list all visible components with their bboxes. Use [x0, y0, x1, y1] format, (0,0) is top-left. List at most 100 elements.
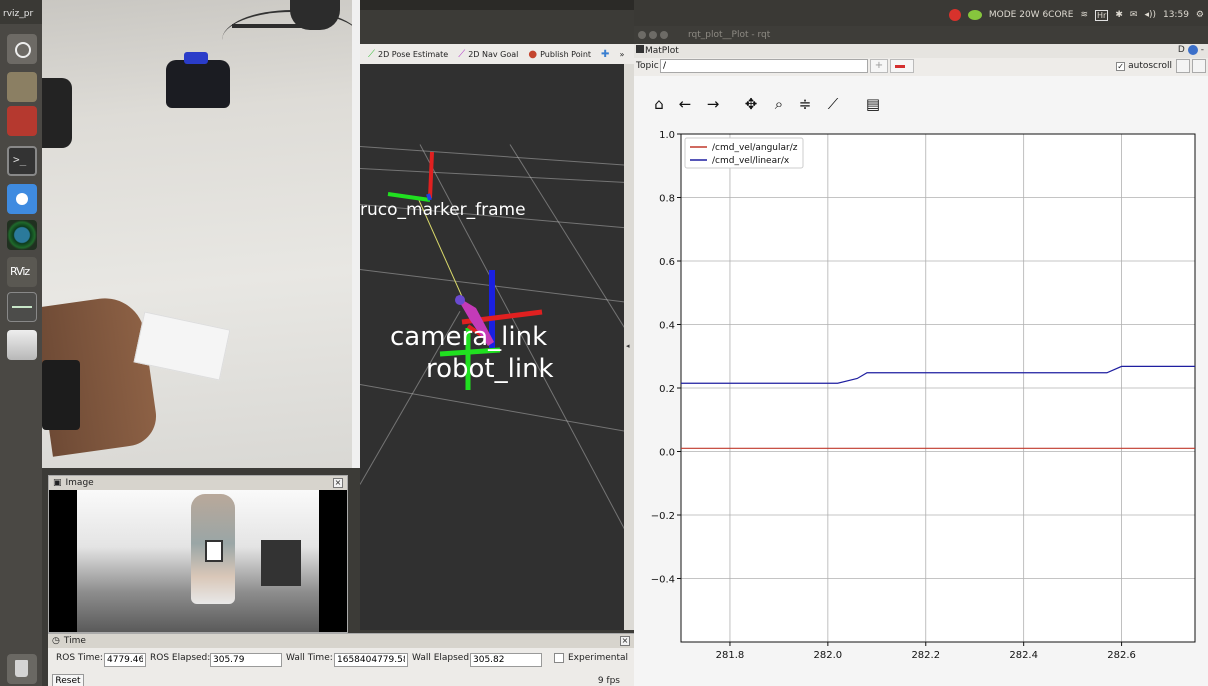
marker-frame-label: ruco_marker_frame: [360, 200, 526, 220]
desktop: rviz_pr >_ RViz ▣ Image × ⟋ 2D Pose Esti…: [0, 0, 1208, 686]
clock-label[interactable]: 13:59: [1163, 10, 1189, 20]
reset-button[interactable]: Reset: [52, 674, 84, 686]
publish-point-label: Publish Point: [540, 49, 592, 59]
volume-icon[interactable]: ◂)): [1144, 10, 1156, 20]
nav-goal-tool[interactable]: ⟋ 2D Nav Goal: [458, 49, 518, 60]
camera-view-scrollbar[interactable]: [352, 0, 360, 468]
configure-icon[interactable]: ≑: [794, 94, 816, 114]
publish-point-tool[interactable]: ● Publish Point: [528, 49, 591, 60]
add-topic-button[interactable]: +: [870, 59, 888, 73]
plot-area[interactable]: 281.8 282.0 282.2 282.4 282.6 −0.4 −0.2 0.0 0.2 0…: [634, 126, 1208, 686]
experimental-checkbox[interactable]: [554, 653, 564, 663]
time-row: ROS Time: ROS Elapsed: Wall Time: Wall E…: [54, 653, 628, 669]
fps-readout: 9 fps: [597, 676, 620, 686]
y-tick-label: 0.4: [659, 321, 675, 332]
remove-topic-button[interactable]: [890, 59, 914, 73]
rviz-3d-view[interactable]: ruco_marker_frame camera_link robot_link: [360, 64, 624, 630]
minimize-plugin-icon[interactable]: -: [1201, 45, 1204, 55]
mail-icon[interactable]: ✉: [1130, 10, 1138, 20]
time-panel: ◷ Time × ROS Time: ROS Elapsed: Wall Tim…: [48, 633, 634, 686]
robot-frame-label: robot_link: [426, 354, 554, 384]
x-tick-label: 282.6: [1107, 650, 1136, 661]
ros-time-field[interactable]: [104, 653, 146, 667]
rqt-window-title: rqt_plot__Plot - rqt: [688, 30, 771, 40]
image-scene: [77, 490, 319, 632]
x-tick-label: 282.2: [911, 650, 940, 661]
topic-input[interactable]: [660, 59, 868, 73]
rviz-collapse-handle[interactable]: [624, 64, 634, 630]
image-panel-title: Image: [65, 478, 94, 488]
legend-label: /cmd_vel/angular/z: [712, 143, 798, 153]
minimize-window-button[interactable]: [649, 31, 657, 39]
image-panel: ▣ Image ×: [48, 475, 348, 633]
trash-icon[interactable]: [7, 654, 37, 684]
save-icon[interactable]: ▤: [862, 94, 884, 114]
y-tick-label: 0.2: [659, 384, 675, 395]
x-tick-label: 281.8: [716, 650, 745, 661]
bluetooth-icon[interactable]: ✱: [1115, 10, 1123, 20]
camera-app-icon[interactable]: [7, 220, 37, 250]
line-chart: 281.8 282.0 282.2 282.4 282.6 −0.4 −0.2 0.0 0.2 0…: [651, 130, 1196, 661]
help-icon[interactable]: [1187, 45, 1198, 55]
pan-icon[interactable]: ✥: [740, 94, 762, 114]
nvidia-icon[interactable]: [967, 10, 982, 20]
rviz-icon[interactable]: RViz: [7, 257, 37, 287]
forward-icon[interactable]: →: [702, 94, 724, 114]
autoscroll-checkbox[interactable]: ✓: [1116, 61, 1126, 71]
plugin-dock-label[interactable]: D: [1178, 45, 1185, 55]
chrome-icon[interactable]: [7, 184, 37, 214]
clear-button[interactable]: [1192, 59, 1206, 73]
ros-elapsed-field[interactable]: [210, 653, 282, 667]
wall-elapsed-label: Wall Elapsed:: [412, 653, 473, 663]
settings-icon[interactable]: [7, 106, 37, 136]
zoom-icon[interactable]: ⌕: [768, 94, 790, 114]
time-panel-close-button[interactable]: ×: [620, 636, 630, 646]
system-panel: MODE 20W 6CORE ≋ Hr ✱ ✉ ◂)) 13:59 ⚙: [634, 0, 1208, 26]
camera-feed-view: [42, 0, 360, 468]
pause-button[interactable]: [1176, 59, 1190, 73]
maximize-window-button[interactable]: [660, 31, 668, 39]
wall-time-field[interactable]: [334, 653, 408, 667]
drive-icon[interactable]: [7, 330, 37, 360]
image-panel-header: ▣ Image ×: [49, 476, 347, 490]
image-panel-icon: ▣: [53, 478, 62, 488]
terminal-icon[interactable]: >_: [7, 146, 37, 176]
window-controls: [638, 31, 668, 39]
legend-label: /cmd_vel/linear/x: [712, 156, 790, 166]
matplot-icon: [636, 45, 644, 53]
autoscroll-toggle[interactable]: ✓ autoscroll: [1116, 61, 1172, 71]
update-icon[interactable]: [948, 9, 961, 21]
pose-estimate-tool[interactable]: ⟋ 2D Pose Estimate: [368, 49, 448, 60]
camera-frame-label: camera_link: [390, 322, 548, 352]
back-icon[interactable]: ←: [674, 94, 696, 114]
camera-cable: [222, 10, 360, 70]
image-view: [49, 490, 347, 632]
panel-status-area: MODE 20W 6CORE ≋ Hr ✱ ✉ ◂)) 13:59 ⚙: [948, 9, 1204, 21]
dash-icon[interactable]: [7, 34, 37, 64]
home-icon[interactable]: ⌂: [648, 94, 670, 114]
close-window-button[interactable]: [638, 31, 646, 39]
keyboard-layout-icon[interactable]: Hr: [1095, 9, 1109, 21]
clock-icon: ◷: [52, 636, 60, 646]
edit-curve-icon[interactable]: ⟋: [822, 94, 844, 114]
x-tick-label: 282.4: [1009, 650, 1038, 661]
time-panel-header: ◷ Time ×: [48, 634, 634, 648]
settings-gear-icon[interactable]: ⚙: [1196, 10, 1204, 20]
pose-estimate-icon: ⟋: [368, 48, 375, 60]
rviz-top-area: [360, 10, 634, 44]
camera-watch: [42, 360, 80, 430]
marker-axis-z: [428, 151, 434, 199]
power-mode-label[interactable]: MODE 20W 6CORE: [989, 10, 1074, 20]
nav-goal-icon: ⟋: [458, 48, 466, 60]
system-monitor-icon[interactable]: [7, 292, 37, 322]
more-tools-button[interactable]: »: [619, 50, 624, 59]
wall-elapsed-field[interactable]: [470, 653, 542, 667]
plus-icon: ✚: [601, 48, 610, 60]
wall-time-label: Wall Time:: [286, 653, 333, 663]
matplotlib-toolbar: ⌂ ← → ✥ ⌕ ≑ ⟋ ▤: [634, 76, 1208, 126]
add-tool-button[interactable]: ✚: [601, 49, 609, 60]
nav-goal-label: 2D Nav Goal: [468, 49, 519, 59]
files-icon[interactable]: [7, 72, 37, 102]
wifi-icon[interactable]: ≋: [1080, 10, 1088, 20]
image-panel-close-button[interactable]: ×: [333, 478, 343, 488]
